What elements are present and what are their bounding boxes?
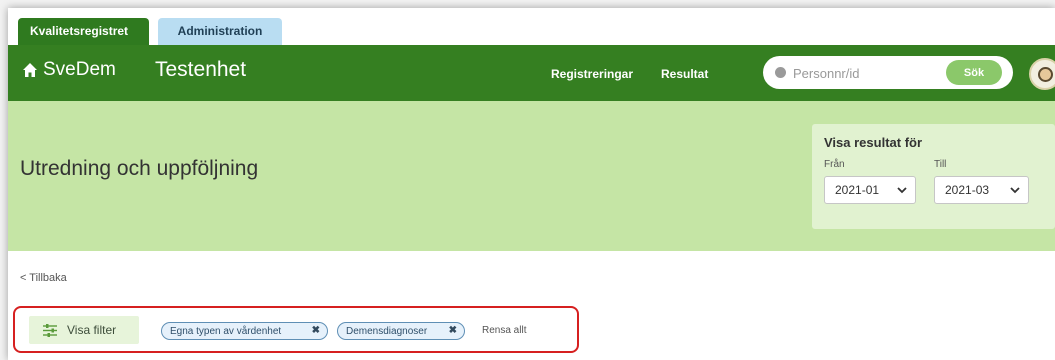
filter-chip-label: Egna typen av vårdenhet bbox=[170, 326, 282, 337]
back-link[interactable]: < Tillbaka bbox=[20, 272, 67, 284]
to-select-value: 2021-03 bbox=[945, 183, 990, 197]
to-select[interactable]: 2021-03 bbox=[934, 176, 1029, 204]
search-input[interactable] bbox=[793, 62, 923, 84]
sliders-icon bbox=[43, 324, 57, 337]
show-filter-button[interactable]: Visa filter bbox=[29, 316, 139, 344]
avatar[interactable] bbox=[1029, 58, 1055, 90]
close-icon[interactable]: ✖ bbox=[449, 325, 457, 336]
tab-administration[interactable]: Administration bbox=[158, 18, 282, 45]
app-window: Kvalitetsregistret Administration SveDem… bbox=[8, 8, 1055, 360]
result-period-title: Visa resultat för bbox=[824, 135, 923, 150]
page-banner: Utredning och uppföljning Visa resultat … bbox=[8, 101, 1055, 251]
nav-resultat[interactable]: Resultat bbox=[661, 67, 708, 81]
home-icon bbox=[23, 63, 37, 77]
close-icon[interactable]: ✖ bbox=[312, 325, 320, 336]
main-header: SveDem Testenhet Registreringar Resultat… bbox=[8, 45, 1055, 101]
filter-chip-label: Demensdiagnoser bbox=[346, 326, 428, 337]
tab-kvalitetsregistret[interactable]: Kvalitetsregistret bbox=[18, 18, 149, 45]
clear-all-link[interactable]: Rensa allt bbox=[482, 325, 526, 336]
search-box: Sök bbox=[763, 56, 1013, 89]
unit-name: Testenhet bbox=[155, 58, 247, 81]
show-filter-label: Visa filter bbox=[67, 323, 117, 337]
chevron-down-icon bbox=[1010, 187, 1020, 194]
brand-name: SveDem bbox=[43, 59, 116, 80]
result-period-panel: Visa resultat för Från Till 2021-01 2021… bbox=[812, 124, 1055, 229]
filter-bar: Visa filter Egna typen av vårdenhet ✖ De… bbox=[13, 306, 579, 353]
from-select-value: 2021-01 bbox=[835, 183, 880, 197]
chevron-down-icon bbox=[897, 187, 907, 194]
page-title: Utredning och uppföljning bbox=[20, 157, 259, 180]
nav-registreringar[interactable]: Registreringar bbox=[551, 67, 633, 81]
from-select[interactable]: 2021-01 bbox=[824, 176, 916, 204]
from-label: Från bbox=[824, 159, 845, 170]
user-face-icon bbox=[1038, 67, 1053, 82]
filter-chip-demensdiagnoser[interactable]: Demensdiagnoser ✖ bbox=[337, 322, 465, 340]
filter-chip-vardenhet[interactable]: Egna typen av vårdenhet ✖ bbox=[161, 322, 328, 340]
to-label: Till bbox=[934, 159, 947, 170]
home-link[interactable]: SveDem bbox=[22, 59, 116, 81]
search-button[interactable]: Sök bbox=[946, 60, 1002, 85]
top-tab-strip: Kvalitetsregistret Administration bbox=[8, 8, 1055, 45]
search-icon bbox=[775, 67, 786, 78]
